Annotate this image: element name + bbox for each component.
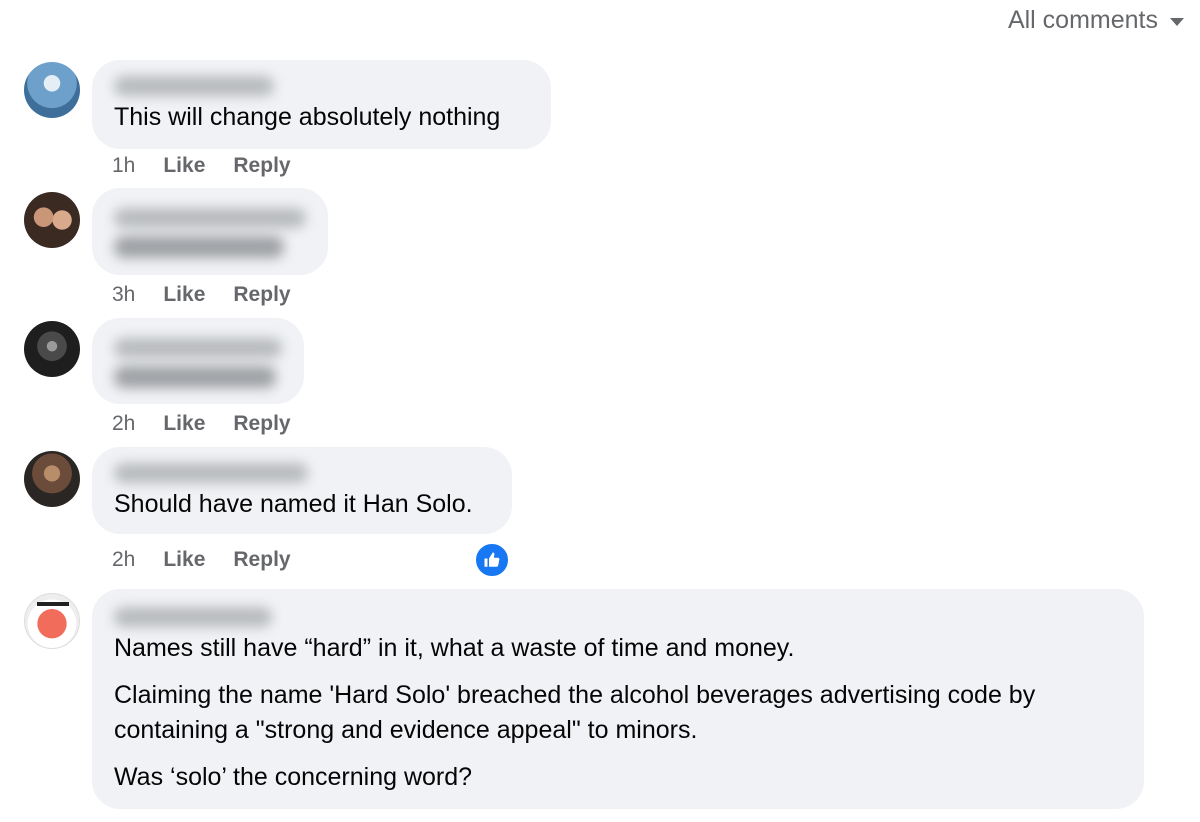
comment-bubble <box>92 318 304 404</box>
comment-bubble <box>92 188 328 275</box>
reply-button[interactable]: Reply <box>233 548 290 572</box>
thumbs-up-icon[interactable] <box>474 542 510 578</box>
reply-button[interactable]: Reply <box>233 283 290 307</box>
comment-timestamp[interactable]: 2h <box>112 412 135 436</box>
caret-down-icon <box>1170 18 1184 26</box>
comment-actions: 1h Like Reply <box>112 154 291 178</box>
comment-actions: 2h Like Reply <box>112 548 291 572</box>
comment-paragraph: Was ‘solo’ the concerning word? <box>114 763 473 791</box>
avatar[interactable] <box>24 451 80 507</box>
comment-timestamp[interactable]: 1h <box>112 154 135 178</box>
author-name-blurred[interactable] <box>114 607 272 627</box>
reply-button[interactable]: Reply <box>233 412 290 436</box>
comment-bubble: Names still have “hard” in it, what a wa… <box>92 589 1144 809</box>
author-name-blurred[interactable] <box>114 463 308 483</box>
filter-label: All comments <box>1007 6 1158 34</box>
author-name-blurred[interactable] <box>114 338 282 358</box>
like-button[interactable]: Like <box>163 412 205 436</box>
like-button[interactable]: Like <box>163 283 205 307</box>
avatar[interactable] <box>24 62 80 118</box>
avatar[interactable] <box>24 321 80 377</box>
reply-button[interactable]: Reply <box>233 154 290 178</box>
comment-timestamp[interactable]: 2h <box>112 548 135 572</box>
author-name-blurred[interactable] <box>114 208 306 228</box>
comment-actions: 3h Like Reply <box>112 283 291 307</box>
avatar[interactable] <box>24 593 80 649</box>
comment-actions: 2h Like Reply <box>112 412 291 436</box>
avatar[interactable] <box>24 192 80 248</box>
comment-paragraph: Claiming the name 'Hard Solo' breached t… <box>114 681 1036 744</box>
tagged-name-blurred[interactable] <box>114 236 284 258</box>
author-name-blurred[interactable] <box>114 76 274 96</box>
all-comments-filter[interactable]: All comments <box>1008 6 1184 35</box>
comment-timestamp[interactable]: 3h <box>112 283 135 307</box>
comment-bubble: Should have named it Han Solo. <box>92 447 512 534</box>
comment-text: This will change absolutely nothing <box>114 103 501 131</box>
like-button[interactable]: Like <box>163 154 205 178</box>
tagged-name-blurred[interactable] <box>114 366 276 388</box>
comment-paragraph: Names still have “hard” in it, what a wa… <box>114 634 795 662</box>
comment-text: Should have named it Han Solo. <box>114 490 473 518</box>
like-button[interactable]: Like <box>163 548 205 572</box>
comment-bubble: This will change absolutely nothing <box>92 60 551 149</box>
